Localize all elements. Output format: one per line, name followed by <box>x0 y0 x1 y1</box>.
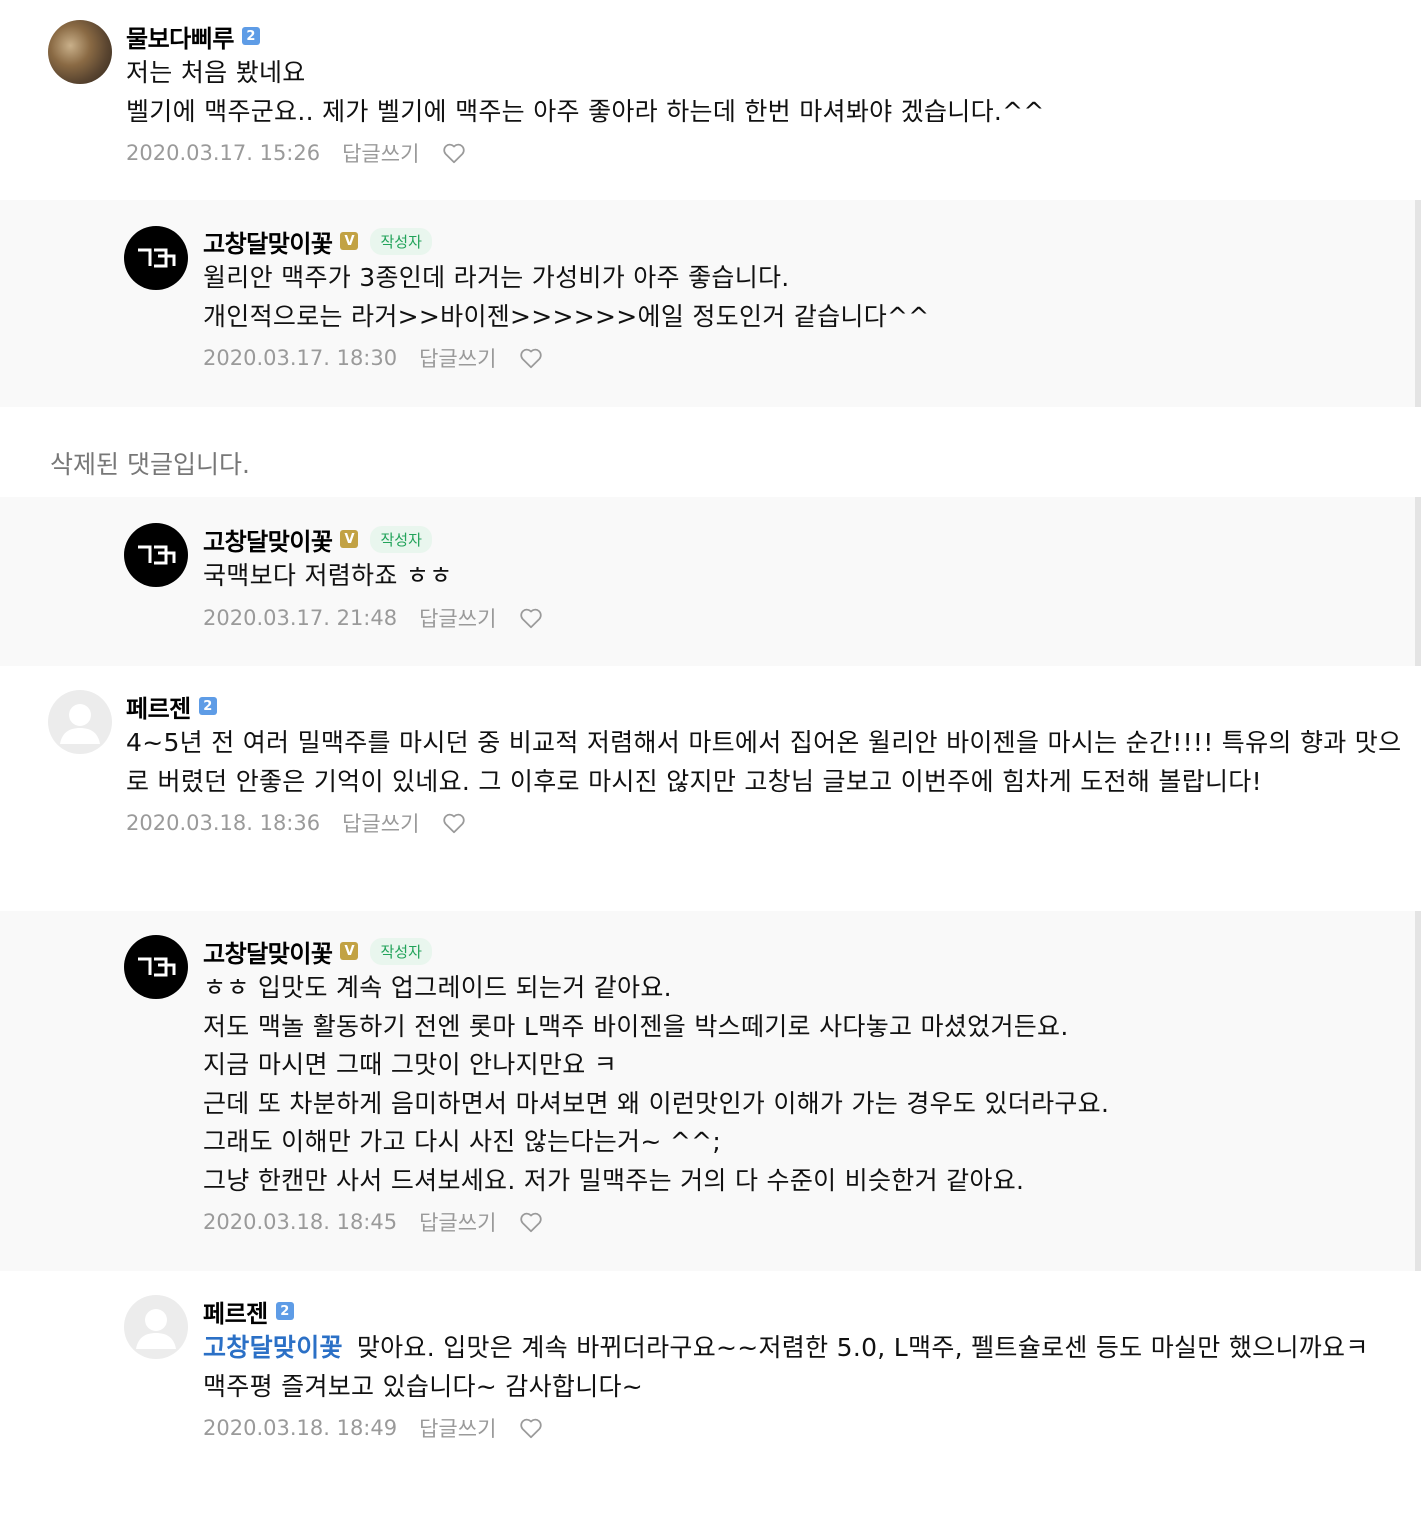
heart-icon[interactable] <box>518 1209 544 1235</box>
reply-item: 고창달맞이꽃 V 작성자 윌리안 맥주가 3종인데 라거는 가성비가 아주 좋습… <box>0 200 1421 407</box>
reply-button[interactable]: 답글쓰기 <box>419 1413 496 1443</box>
comment-text-line: 국맥보다 저렴하죠 ㅎㅎ <box>203 561 453 590</box>
comment-text: 고창달맞이꽃 맞아요. 입맛은 계속 바뀌더라구요~~저렴한 5.0, L맥주, … <box>203 1329 1403 1368</box>
avatar[interactable] <box>48 690 112 754</box>
avatar[interactable] <box>124 226 188 290</box>
comment-text-line: 근데 또 차분하게 음미하면서 마셔보면 왜 이런맛인가 이해가 가는 경우도 … <box>203 1088 1110 1118</box>
comment-item: 물보다삐루 2 저는 처음 봤네요 벨기에 맥주군요.. 제가 벨기에 맥주는 … <box>0 0 1421 200</box>
reply-button[interactable]: 답글쓰기 <box>419 343 496 373</box>
default-profile-icon <box>60 704 100 744</box>
scroll-strip <box>1415 200 1421 407</box>
comment-text-body: 맞아요. 입맛은 계속 바뀌더라구요~~저렴한 5.0, L맥주, 펠트슐로센 … <box>356 1333 1369 1362</box>
comment-text-line: 저도 맥놀 활동하기 전엔 롯마 L맥주 바이젠을 박스떼기로 사다놓고 마셨었… <box>203 1011 1069 1041</box>
level-badge: V <box>340 232 359 250</box>
comment-date: 2020.03.18. 18:49 <box>203 1416 398 1440</box>
heart-icon[interactable] <box>518 605 544 631</box>
comment-date: 2020.03.17. 15:26 <box>126 141 321 165</box>
blog-logo-icon <box>138 248 176 268</box>
default-profile-icon <box>136 1309 176 1349</box>
scroll-strip <box>1415 911 1421 1271</box>
comment-text-line: 저는 처음 봤네요 <box>126 58 306 87</box>
comment-text-line: 그래도 이해만 가고 다시 사진 않는다는거~ ^^; <box>203 1127 722 1156</box>
reply-item: 페르젠 2 고창달맞이꽃 맞아요. 입맛은 계속 바뀌더라구요~~저렴한 5.0,… <box>0 1271 1421 1513</box>
level-badge: 2 <box>275 1302 294 1320</box>
reply-item: 고창달맞이꽃 V 작성자 ㅎㅎ 입맛도 계속 업그레이드 되는거 같아요. 저도… <box>0 911 1421 1271</box>
comment-text-line: 그냥 한캔만 사서 드셔보세요. 저가 밀맥주는 거의 다 수준이 비슷한거 같… <box>203 1165 1025 1195</box>
author-badge: 작성자 <box>370 227 432 255</box>
comment-text-line: 벨기에 맥주군요.. 제가 벨기에 맥주는 아주 좋아라 하는데 한번 마셔봐야… <box>126 96 1045 126</box>
deleted-text: 삭제된 댓글입니다. <box>50 450 250 479</box>
comment-date: 2020.03.17. 21:48 <box>203 605 398 630</box>
level-badge: 2 <box>241 27 260 45</box>
comment-text-line: 지금 마시면 그때 그맛이 안나지만요 ㅋ <box>203 1050 618 1079</box>
comment-item: 페르젠 2 4~5년 전 여러 밀맥주를 마시던 중 비교적 저렴해서 마트에서… <box>0 666 1421 911</box>
nickname[interactable]: 고창달맞이꽃 <box>203 934 333 969</box>
mention-link[interactable]: 고창달맞이꽃 <box>203 1333 343 1362</box>
nickname[interactable]: 페르젠 <box>126 689 191 724</box>
avatar[interactable] <box>124 935 188 999</box>
reply-button[interactable]: 답글쓰기 <box>419 603 496 633</box>
heart-icon[interactable] <box>518 1415 544 1441</box>
level-badge: V <box>340 530 359 548</box>
reply-item: 고창달맞이꽃 V 작성자 국맥보다 저렴하죠 ㅎㅎ 2020.03.17. 21… <box>0 497 1421 666</box>
blog-logo-icon <box>138 545 176 565</box>
author-badge: 작성자 <box>370 937 432 965</box>
comment-date: 2020.03.18. 18:36 <box>126 811 321 835</box>
scroll-strip <box>1415 497 1421 666</box>
nickname[interactable]: 페르젠 <box>203 1294 268 1329</box>
avatar[interactable] <box>124 523 188 587</box>
blog-logo-icon <box>138 957 176 977</box>
heart-icon[interactable] <box>441 810 467 836</box>
author-badge: 작성자 <box>370 525 432 553</box>
deleted-comment: 삭제된 댓글입니다. <box>0 407 1421 497</box>
avatar[interactable] <box>48 20 112 84</box>
level-badge: V <box>340 942 359 960</box>
nickname[interactable]: 물보다삐루 <box>126 19 234 54</box>
comment-text-line: ㅎㅎ 입맛도 계속 업그레이드 되는거 같아요. <box>203 973 672 1002</box>
reply-button[interactable]: 답글쓰기 <box>419 1207 496 1237</box>
nickname[interactable]: 고창달맞이꽃 <box>203 522 333 557</box>
comment-text-line: 윌리안 맥주가 3종인데 라거는 가성비가 아주 좋습니다. <box>203 263 790 292</box>
nickname[interactable]: 고창달맞이꽃 <box>203 224 333 259</box>
comment-text-line: 개인적으로는 라거>>바이젠>>>>>>에일 정도인거 같습니다^^ <box>203 301 930 331</box>
comment-date: 2020.03.18. 18:45 <box>203 1210 398 1234</box>
comment-date: 2020.03.17. 18:30 <box>203 346 398 370</box>
reply-button[interactable]: 답글쓰기 <box>342 808 419 838</box>
level-badge: 2 <box>198 697 217 715</box>
heart-icon[interactable] <box>518 345 544 371</box>
heart-icon[interactable] <box>441 140 467 166</box>
comment-text-line: 맥주평 즐겨보고 있습니다~ 감사합니다~ <box>203 1371 644 1401</box>
comment-text: 4~5년 전 여러 밀맥주를 마시던 중 비교적 저렴해서 마트에서 집어온 윌… <box>126 728 1402 796</box>
avatar[interactable] <box>124 1295 188 1359</box>
reply-button[interactable]: 답글쓰기 <box>342 138 419 168</box>
